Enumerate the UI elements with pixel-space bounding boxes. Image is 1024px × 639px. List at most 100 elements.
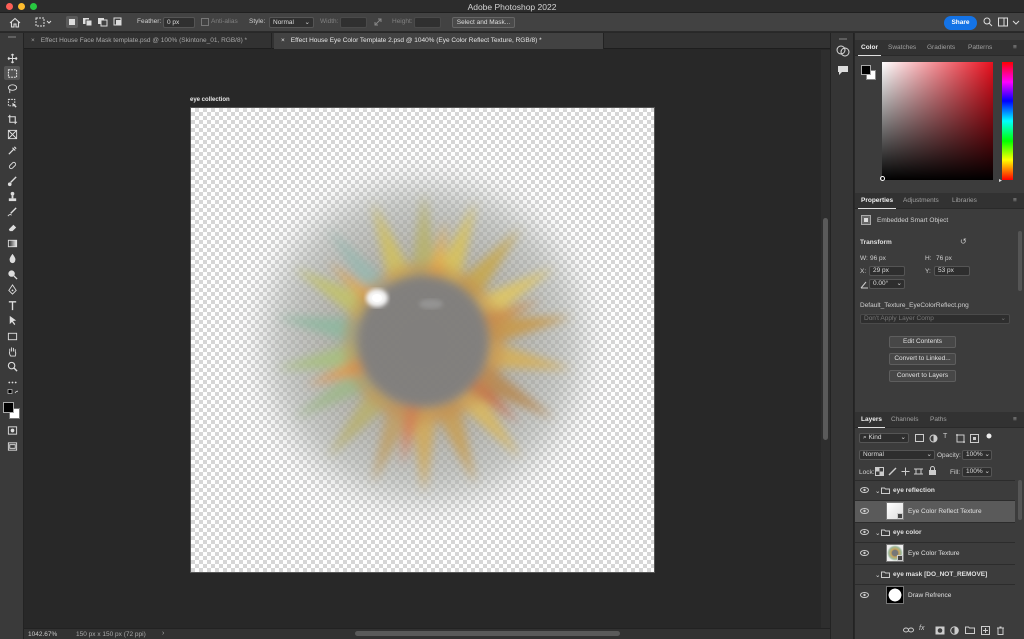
color-field[interactable] [882,62,993,180]
filter-smart-object-icon[interactable] [970,434,979,445]
filter-shape-icon[interactable] [956,434,965,445]
chevron-down-icon[interactable]: ⌄ [875,529,880,537]
blur-tool-icon[interactable] [4,251,20,265]
angle-input[interactable]: 0.00° ⌄ [869,279,905,289]
properties-scrollbar[interactable] [1018,231,1022,291]
tab-channels[interactable]: Channels [891,412,918,428]
convert-to-linked-button[interactable]: Convert to Linked... [889,353,956,365]
swap-dimensions-icon[interactable] [373,16,383,28]
lock-position-icon[interactable] [901,467,910,478]
new-group-icon[interactable] [965,626,975,636]
toolbar-collapse-icon[interactable] [4,36,20,43]
width-value[interactable]: 96 px [870,255,886,262]
panel-menu-icon[interactable]: ≡ [1013,412,1017,428]
feather-input[interactable]: 0 px [163,17,195,28]
height-input[interactable] [414,17,441,28]
layers-scrollbar[interactable] [1018,480,1022,520]
new-layer-icon[interactable] [981,626,990,637]
tab-properties[interactable]: Properties [857,193,897,209]
filter-adjustment-icon[interactable] [929,434,938,445]
zoom-level[interactable]: 1042.67% [28,631,57,638]
brush-tool-icon[interactable] [4,174,20,188]
history-brush-tool-icon[interactable] [4,205,20,219]
convert-to-layers-button[interactable]: Convert to Layers [889,370,956,382]
layer-style-icon[interactable]: fx [919,625,924,632]
layer-group-eye-color[interactable]: ⌄ eye color [855,522,1015,542]
anti-alias-checkbox[interactable] [201,16,209,28]
edit-contents-button[interactable]: Edit Contents [889,336,956,348]
x-input[interactable]: 29 px [869,266,905,276]
opacity-input[interactable]: 100% ⌄ [962,450,992,460]
frame-tool-icon[interactable] [4,127,20,141]
status-arrow-icon[interactable]: › [162,630,164,637]
filter-type-icon[interactable]: T [943,433,947,440]
tab-paths[interactable]: Paths [930,412,947,428]
share-button[interactable]: Share [944,16,977,30]
zoom-tool-icon[interactable] [4,359,20,373]
marquee-tool-icon[interactable] [4,66,20,80]
hue-slider-handle-icon[interactable]: ▸ [999,177,1002,184]
hue-slider[interactable] [1002,62,1013,180]
tab-eye-color[interactable]: × Effect House Eye Color Template 2.psd @… [274,33,604,49]
subtract-selection-icon[interactable] [97,16,108,28]
visibility-off-icon[interactable] [860,571,869,577]
add-selection-icon[interactable] [82,16,93,28]
clone-stamp-tool-icon[interactable] [4,189,20,203]
lock-artboard-icon[interactable] [914,467,923,478]
pen-tool-icon[interactable] [4,282,20,296]
layer-group-eye-mask[interactable]: ⌄ eye mask [DO_NOT_REMOVE] [855,564,1015,584]
tab-patterns[interactable]: Patterns [968,40,992,56]
close-icon[interactable]: × [31,37,35,44]
visibility-eye-icon[interactable] [860,529,869,537]
rectangle-tool-icon[interactable] [4,329,20,343]
vertical-scrollbar-thumb[interactable] [823,218,828,440]
close-icon[interactable]: × [281,37,285,44]
y-input[interactable]: 53 px [934,266,970,276]
dodge-tool-icon[interactable] [4,267,20,281]
add-mask-icon[interactable] [935,626,945,637]
comments-panel-icon[interactable] [836,64,850,78]
adjustment-layer-icon[interactable] [950,626,959,637]
tab-libraries[interactable]: Libraries [952,193,977,209]
color-panel-swatches[interactable] [861,65,877,81]
healing-brush-tool-icon[interactable] [4,158,20,172]
color-picker-handle[interactable] [880,176,885,181]
visibility-eye-icon[interactable] [860,550,869,558]
filter-pixel-icon[interactable] [915,434,924,444]
height-value[interactable]: 76 px [936,255,952,262]
panel-menu-icon[interactable]: ≡ [1013,40,1017,56]
type-tool-icon[interactable] [4,298,20,312]
blend-mode-select[interactable]: Normal ⌄ [859,450,935,460]
panel-menu-icon[interactable]: ≡ [1013,193,1017,209]
filter-toggle-icon[interactable] [986,433,992,441]
layer-comp-select[interactable]: Don't Apply Layer Comp ⌄ [860,314,1010,324]
tab-color[interactable]: Color [858,40,881,56]
chevron-down-icon[interactable]: ⌄ [875,571,880,579]
marquee-preset-icon[interactable] [35,16,53,28]
more-tools-icon[interactable] [4,375,20,389]
move-tool-icon[interactable] [4,51,20,65]
eraser-tool-icon[interactable] [4,220,20,234]
path-selection-tool-icon[interactable] [4,313,20,327]
home-icon[interactable] [9,16,21,28]
style-select[interactable]: Normal ⌄ [269,17,314,28]
artboard-label[interactable]: eye collection [190,97,230,103]
chevron-down-icon[interactable] [1012,16,1020,28]
default-colors-icon[interactable] [4,388,20,398]
width-input[interactable] [340,17,367,28]
tab-layers[interactable]: Layers [858,412,885,428]
workspace-icon[interactable] [998,16,1008,28]
chevron-down-icon[interactable]: ⌄ [875,487,880,495]
layer-eye-color-reflect-texture[interactable]: Eye Color Reflect Texture [855,500,1015,522]
color-swatches[interactable] [3,402,21,420]
visibility-eye-icon[interactable] [860,592,869,600]
new-selection-icon[interactable] [66,16,78,28]
gradient-tool-icon[interactable] [4,236,20,250]
layer-group-eye-reflection[interactable]: ⌄ eye reflection [855,480,1015,500]
horizontal-scrollbar-thumb[interactable] [355,631,620,636]
eyedropper-tool-icon[interactable] [4,143,20,157]
dock-collapse-icon[interactable] [837,36,849,40]
screen-mode-icon[interactable] [4,439,20,453]
hand-tool-icon[interactable] [4,344,20,358]
document-canvas[interactable] [190,107,655,573]
